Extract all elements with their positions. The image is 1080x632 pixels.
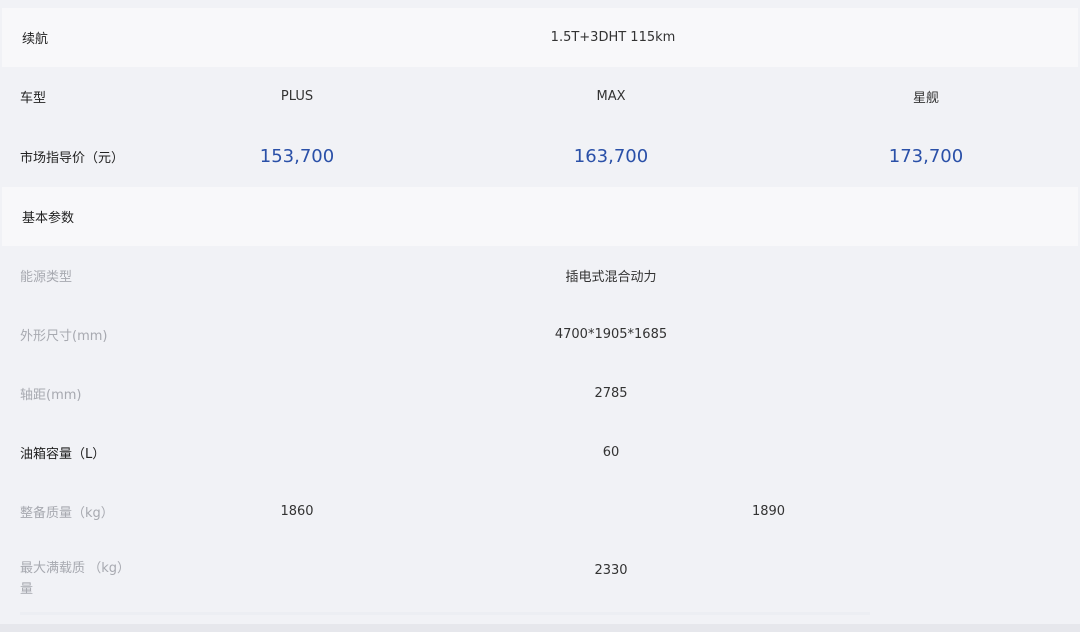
section-header-basic-params: 基本参数 (2, 187, 1078, 246)
model-max: MAX (596, 89, 626, 104)
model-xingjian: 星舰 (912, 91, 939, 106)
row-divider (20, 612, 870, 615)
spec-value-curb-weight-plus: 1860 (280, 504, 314, 519)
spec-label-fuel-tank: 油箱容量（L） (20, 447, 106, 462)
spec-value-dimensions: 4700*1905*1685 (554, 327, 668, 342)
price-label: 市场指导价（元） (20, 151, 125, 166)
spec-row-max-load-weight: 最大满载质量 （kg） 2330 (0, 541, 1080, 613)
model-plus: PLUS (280, 89, 314, 104)
spec-label-max-load-weight: 最大满载质量 （kg） (20, 541, 130, 630)
spec-row-curb-weight: 整备质量（kg） 1860 1890 (0, 482, 1080, 541)
range-row: 续航 1.5T+3DHT 115km (2, 8, 1078, 67)
spec-label-max-load-weight-line1: 最大满载质量 (20, 561, 86, 597)
price-max: 163,700 (573, 146, 649, 167)
spec-value-fuel-tank: 60 (602, 445, 620, 460)
spec-row-energy: 能源类型 插电式混合动力 (0, 246, 1080, 305)
spec-value-energy: 插电式混合动力 (565, 270, 657, 285)
price-xingjian: 173,700 (888, 146, 964, 167)
range-label: 续航 (22, 32, 49, 47)
table-bottom-edge (0, 624, 1080, 632)
spec-label-wheelbase: 轴距(mm) (20, 388, 82, 403)
spec-row-wheelbase: 轴距(mm) 2785 (0, 364, 1080, 423)
spec-row-fuel-tank: 油箱容量（L） 60 (0, 423, 1080, 482)
spec-table: 续航 1.5T+3DHT 115km 车型 PLUS MAX 星舰 市场指导价（… (0, 0, 1080, 632)
model-row: 车型 PLUS MAX 星舰 (0, 67, 1080, 126)
section-title: 基本参数 (22, 211, 75, 226)
range-value: 1.5T+3DHT 115km (550, 30, 676, 45)
spec-row-dimensions: 外形尺寸(mm) 4700*1905*1685 (0, 305, 1080, 364)
spec-value-max-load-weight: 2330 (594, 563, 628, 578)
spec-label-energy: 能源类型 (20, 270, 73, 285)
price-plus: 153,700 (259, 146, 335, 167)
model-label: 车型 (20, 91, 47, 106)
price-row: 市场指导价（元） 153,700 163,700 173,700 (0, 127, 1080, 186)
spec-label-max-load-weight-line2: （kg） (88, 561, 130, 576)
spec-value-wheelbase: 2785 (594, 386, 628, 401)
spec-label-curb-weight: 整备质量（kg） (20, 506, 114, 521)
spec-label-dimensions: 外形尺寸(mm) (20, 329, 108, 344)
spec-value-curb-weight-max-xingjian: 1890 (751, 504, 786, 519)
